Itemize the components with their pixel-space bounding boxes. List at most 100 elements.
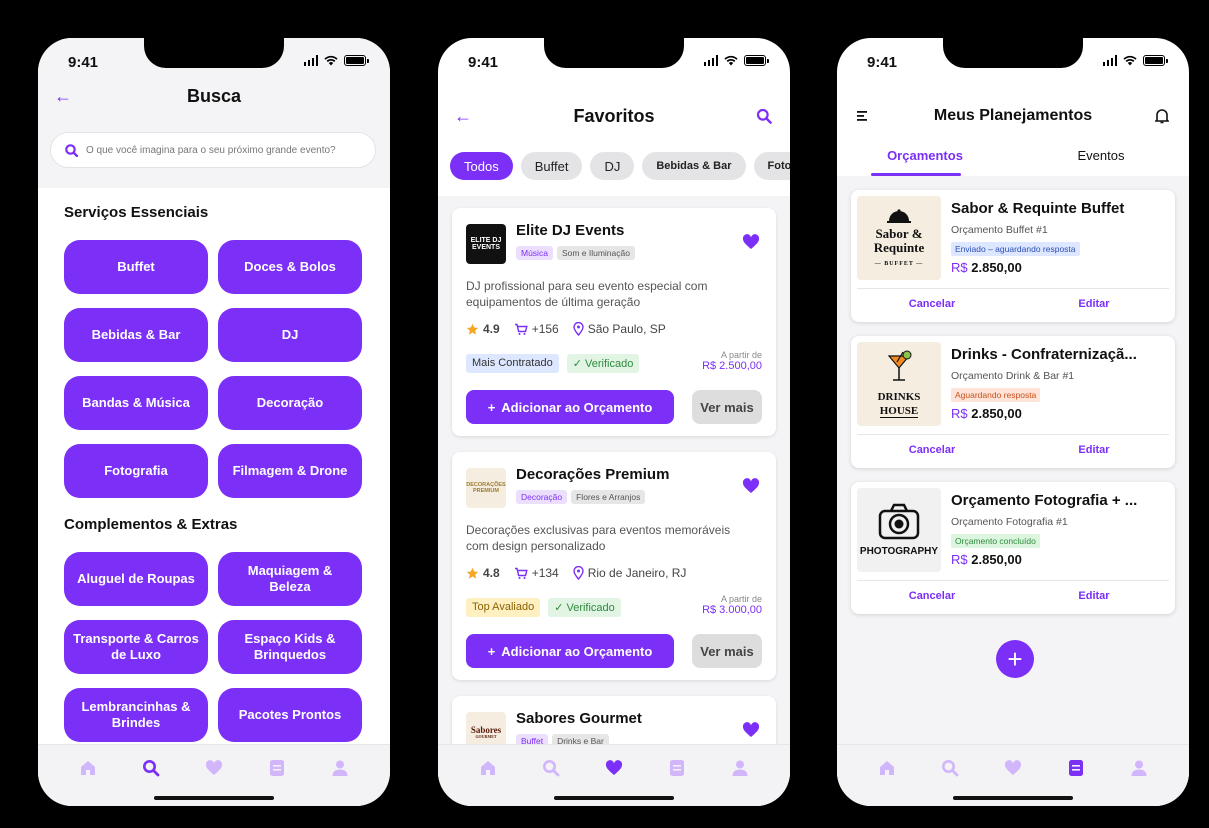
price-label: A partir de xyxy=(720,594,762,604)
vendor-hire-count: +156 xyxy=(531,322,559,336)
tab-orcamentos[interactable]: Orçamentos xyxy=(837,148,1013,174)
page-title: Favoritos xyxy=(573,105,655,126)
category-buffet-button[interactable]: Buffet xyxy=(64,240,208,294)
edit-button[interactable]: Editar xyxy=(1013,590,1175,602)
nav-search-icon[interactable] xyxy=(540,757,562,779)
category-kids-button[interactable]: Espaço Kids & Brinquedos xyxy=(218,620,362,674)
add-to-budget-button[interactable]: + Adicionar ao Orçamento xyxy=(466,390,674,424)
search-icon[interactable] xyxy=(756,108,772,124)
nav-home-icon[interactable] xyxy=(876,757,898,779)
vendor-category-tag: Decoração xyxy=(516,490,568,504)
chip-buffet[interactable]: Buffet xyxy=(520,152,583,180)
vendor-name[interactable]: Elite DJ Events xyxy=(516,222,624,239)
edit-button[interactable]: Editar xyxy=(1013,444,1175,456)
signal-icon xyxy=(1102,55,1117,66)
back-arrow-icon[interactable]: ← xyxy=(54,86,72,107)
plan-subtitle: Orçamento Buffet #1 xyxy=(951,224,1048,236)
nav-home-icon[interactable] xyxy=(77,757,99,779)
chip-dj[interactable]: DJ xyxy=(590,152,635,180)
cancel-button[interactable]: Cancelar xyxy=(851,590,1013,602)
nav-profile-icon[interactable] xyxy=(1128,757,1150,779)
chip-todos[interactable]: Todos xyxy=(450,152,513,180)
plan-card: DRINKS HOUSE Drinks - Confraternizaçã...… xyxy=(851,336,1175,468)
nav-search-icon[interactable] xyxy=(939,757,961,779)
favorites-feed: ELITE DJ EVENTS Elite DJ Events Música S… xyxy=(438,196,790,806)
nav-search-icon[interactable] xyxy=(140,757,162,779)
category-pacotes-button[interactable]: Pacotes Prontos xyxy=(218,688,362,742)
vendor-name[interactable]: Decorações Premium xyxy=(516,466,669,483)
plan-status-badge: Aguardando resposta xyxy=(951,388,1041,402)
top-rated-badge: Top Avaliado xyxy=(466,598,541,617)
plan-title[interactable]: Sabor & Requinte Buffet xyxy=(951,200,1167,217)
see-more-button[interactable]: Ver mais xyxy=(692,634,762,668)
chip-fotografia[interactable]: Fotografia xyxy=(753,152,790,180)
category-maquiagem-button[interactable]: Maquiagem & Beleza xyxy=(218,552,362,606)
vendor-logo: DECORAÇÕES PREMIUM xyxy=(466,468,506,508)
category-dj-button[interactable]: DJ xyxy=(218,308,362,362)
vendor-name[interactable]: Sabores Gourmet xyxy=(516,710,642,727)
logo-text-line2: HOUSE xyxy=(879,405,919,419)
add-plan-fab-button[interactable]: + xyxy=(996,640,1034,678)
divider xyxy=(857,434,1169,435)
nav-heart-icon[interactable] xyxy=(203,757,225,779)
logo-text-line1: DRINKS xyxy=(877,390,921,403)
cancel-button[interactable]: Cancelar xyxy=(851,298,1013,310)
nav-heart-icon[interactable] xyxy=(1002,757,1024,779)
favorite-heart-icon[interactable] xyxy=(742,478,760,494)
back-arrow-icon[interactable]: ← xyxy=(454,106,472,127)
category-decoracao-button[interactable]: Decoração xyxy=(218,376,362,430)
nav-document-icon[interactable] xyxy=(1065,757,1087,779)
battery-icon xyxy=(344,55,369,66)
plan-subtitle: Orçamento Fotografia #1 xyxy=(951,516,1068,528)
filter-chips: Todos Buffet DJ Bebidas & Bar Fotografia xyxy=(450,152,790,180)
search-placeholder: O que você imagina para o seu próximo gr… xyxy=(86,144,336,156)
category-roupas-button[interactable]: Aluguel de Roupas xyxy=(64,552,208,606)
search-input[interactable]: O que você imagina para o seu próximo gr… xyxy=(50,132,376,168)
wifi-icon xyxy=(324,55,338,66)
category-bandas-button[interactable]: Bandas & Música xyxy=(64,376,208,430)
edit-button[interactable]: Editar xyxy=(1013,298,1175,310)
cart-icon xyxy=(514,323,528,335)
plan-logo: DRINKS HOUSE xyxy=(857,342,941,426)
vendor-logo-subtext: GOURMET xyxy=(475,733,497,739)
vendor-description: Decorações exclusivas para eventos memor… xyxy=(466,523,731,554)
category-transporte-button[interactable]: Transporte & Carros de Luxo xyxy=(64,620,208,674)
cocktail-icon xyxy=(887,350,912,381)
bell-icon[interactable] xyxy=(1155,108,1169,124)
search-icon xyxy=(65,143,78,157)
nav-document-icon[interactable] xyxy=(666,757,688,779)
chip-bebidas[interactable]: Bebidas & Bar xyxy=(642,152,746,180)
plan-subtitle: Orçamento Drink & Bar #1 xyxy=(951,370,1075,382)
battery-icon xyxy=(1143,55,1168,66)
favorite-heart-icon[interactable] xyxy=(742,234,760,250)
vendor-category-tag: Música xyxy=(516,246,553,260)
nav-profile-icon[interactable] xyxy=(329,757,351,779)
menu-icon[interactable] xyxy=(857,110,869,122)
vendor-rating: 4.8 xyxy=(483,566,500,580)
vendor-logo: ELITE DJ EVENTS xyxy=(466,224,506,264)
category-lembrancinhas-button[interactable]: Lembrancinhas & Brindes xyxy=(64,688,208,742)
cancel-button[interactable]: Cancelar xyxy=(851,444,1013,456)
home-indicator xyxy=(154,796,274,800)
favorite-heart-icon[interactable] xyxy=(742,722,760,738)
category-doces-button[interactable]: Doces & Bolos xyxy=(218,240,362,294)
nav-profile-icon[interactable] xyxy=(729,757,751,779)
nav-document-icon[interactable] xyxy=(266,757,288,779)
signal-icon xyxy=(703,55,718,66)
currency-label: R$ xyxy=(951,406,968,421)
category-bebidas-button[interactable]: Bebidas & Bar xyxy=(64,308,208,362)
vendor-description: DJ profissional para seu evento especial… xyxy=(466,279,708,310)
plus-icon: + xyxy=(487,399,496,415)
category-fotografia-button[interactable]: Fotografia xyxy=(64,444,208,498)
plan-amount: 2.850,00 xyxy=(971,406,1022,421)
tab-eventos[interactable]: Eventos xyxy=(1013,148,1189,174)
nav-heart-icon[interactable] xyxy=(603,757,625,779)
page-title: Meus Planejamentos xyxy=(933,107,1093,124)
category-filmagem-button[interactable]: Filmagem & Drone xyxy=(218,444,362,498)
plan-title[interactable]: Orçamento Fotografia + ... xyxy=(951,492,1167,509)
see-more-button[interactable]: Ver mais xyxy=(692,390,762,424)
nav-home-icon[interactable] xyxy=(477,757,499,779)
phone-search-screen: 9:41 ← Busca O que você imagina para o s… xyxy=(38,38,390,806)
plan-title[interactable]: Drinks - Confraternizaçã... xyxy=(951,346,1167,363)
add-to-budget-button[interactable]: + Adicionar ao Orçamento xyxy=(466,634,674,668)
